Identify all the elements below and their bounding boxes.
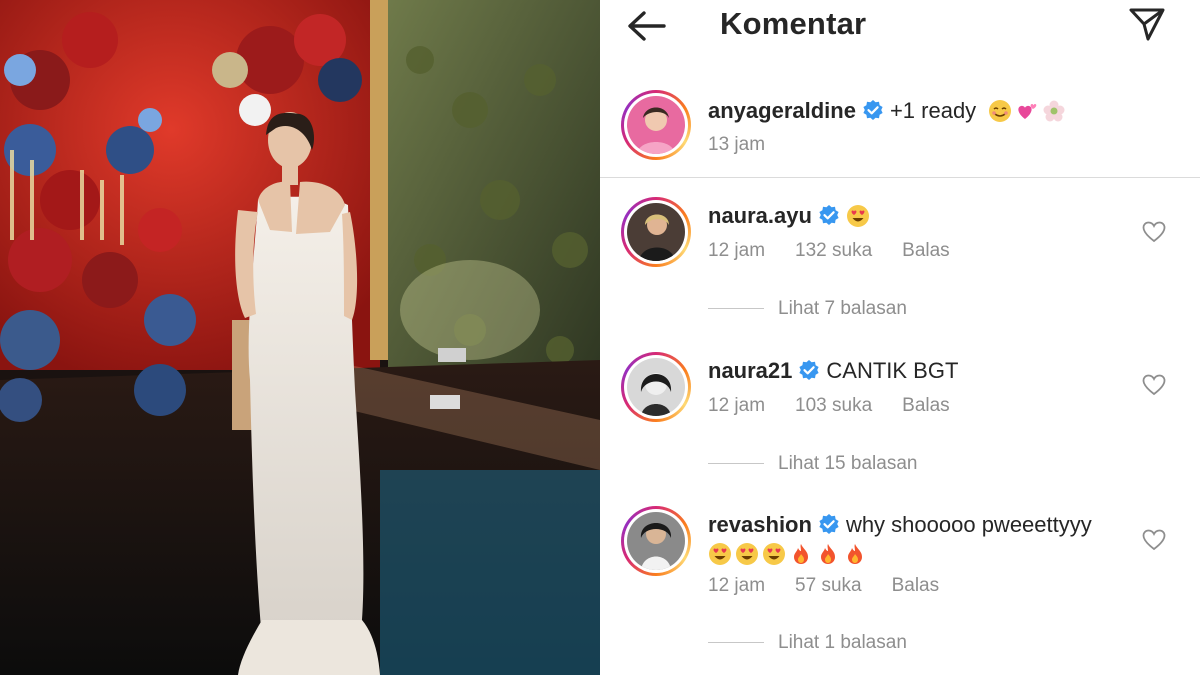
caption-text: +1 ready	[889, 98, 977, 123]
view-replies-text: Lihat 1 balasan	[778, 632, 907, 653]
comment-item: revashion why shooooo pweeettyyy 12 jam 57…	[600, 506, 1200, 666]
flower-icon	[1043, 100, 1065, 122]
like-count[interactable]: 132 suka	[795, 240, 872, 261]
verified-badge-icon	[863, 100, 883, 120]
comment-item: naura.ayu 12 jam 132 suka Balas Lihat 7 ba…	[600, 197, 1200, 327]
username[interactable]: naura.ayu	[708, 203, 812, 228]
comments-header: Komentar	[600, 0, 1200, 52]
like-count[interactable]: 103 suka	[795, 395, 872, 416]
comment-time: 12 jam	[708, 575, 766, 596]
post-photo	[0, 0, 600, 675]
reply-button[interactable]: Balas	[902, 395, 950, 416]
heart-eyes-icon	[709, 543, 731, 565]
view-replies-text: Lihat 7 balasan	[778, 298, 907, 319]
replies-dash	[708, 308, 764, 310]
avatar[interactable]	[621, 506, 691, 576]
view-replies-link[interactable]: Lihat 7 balasan	[708, 298, 907, 320]
back-arrow-icon[interactable]	[626, 8, 668, 44]
smiling-face-icon	[989, 100, 1012, 122]
verified-badge-icon	[819, 205, 839, 225]
like-heart-icon[interactable]	[1142, 374, 1166, 396]
view-replies-link[interactable]: Lihat 1 balasan	[708, 632, 907, 654]
avatar[interactable]	[621, 90, 691, 160]
replies-dash	[708, 463, 764, 465]
comment-time: 12 jam	[708, 395, 766, 416]
view-replies-text: Lihat 15 balasan	[778, 453, 918, 474]
comment-time: 13 jam	[708, 134, 766, 155]
caption-row: anyageraldine +1 ready 13 jam	[600, 90, 1200, 176]
like-count[interactable]: 57 suka	[795, 575, 862, 596]
username[interactable]: anyageraldine	[708, 98, 856, 123]
verified-badge-icon	[799, 360, 819, 380]
heart-eyes-icon	[736, 543, 758, 565]
avatar[interactable]	[621, 352, 691, 422]
comment-text: why shooooo pweeettyyy	[845, 512, 1092, 537]
like-heart-icon[interactable]	[1142, 221, 1166, 243]
reply-button[interactable]: Balas	[892, 575, 940, 596]
view-replies-link[interactable]: Lihat 15 balasan	[708, 453, 917, 475]
page-title: Komentar	[720, 6, 867, 41]
comment-item: naura21 CANTIK BGT 12 jam 103 suka Balas Li…	[600, 352, 1200, 482]
verified-badge-icon	[819, 514, 839, 534]
fire-icon	[848, 544, 862, 564]
like-heart-icon[interactable]	[1142, 529, 1166, 551]
divider	[600, 177, 1200, 178]
comment-text: CANTIK BGT	[826, 358, 959, 383]
fire-icon	[821, 544, 835, 564]
two-hearts-icon	[1018, 104, 1037, 119]
replies-dash	[708, 642, 764, 644]
heart-eyes-icon	[846, 205, 869, 227]
avatar[interactable]	[621, 197, 691, 267]
fire-icon	[794, 544, 808, 564]
heart-eyes-icon	[763, 543, 785, 565]
reply-button[interactable]: Balas	[902, 240, 950, 261]
username[interactable]: revashion	[708, 512, 812, 537]
comment-time: 12 jam	[708, 240, 766, 261]
username[interactable]: naura21	[708, 358, 792, 383]
send-icon[interactable]	[1128, 6, 1166, 42]
comments-panel: Komentar anyageraldine +1 ready 13 jam n…	[600, 0, 1200, 675]
